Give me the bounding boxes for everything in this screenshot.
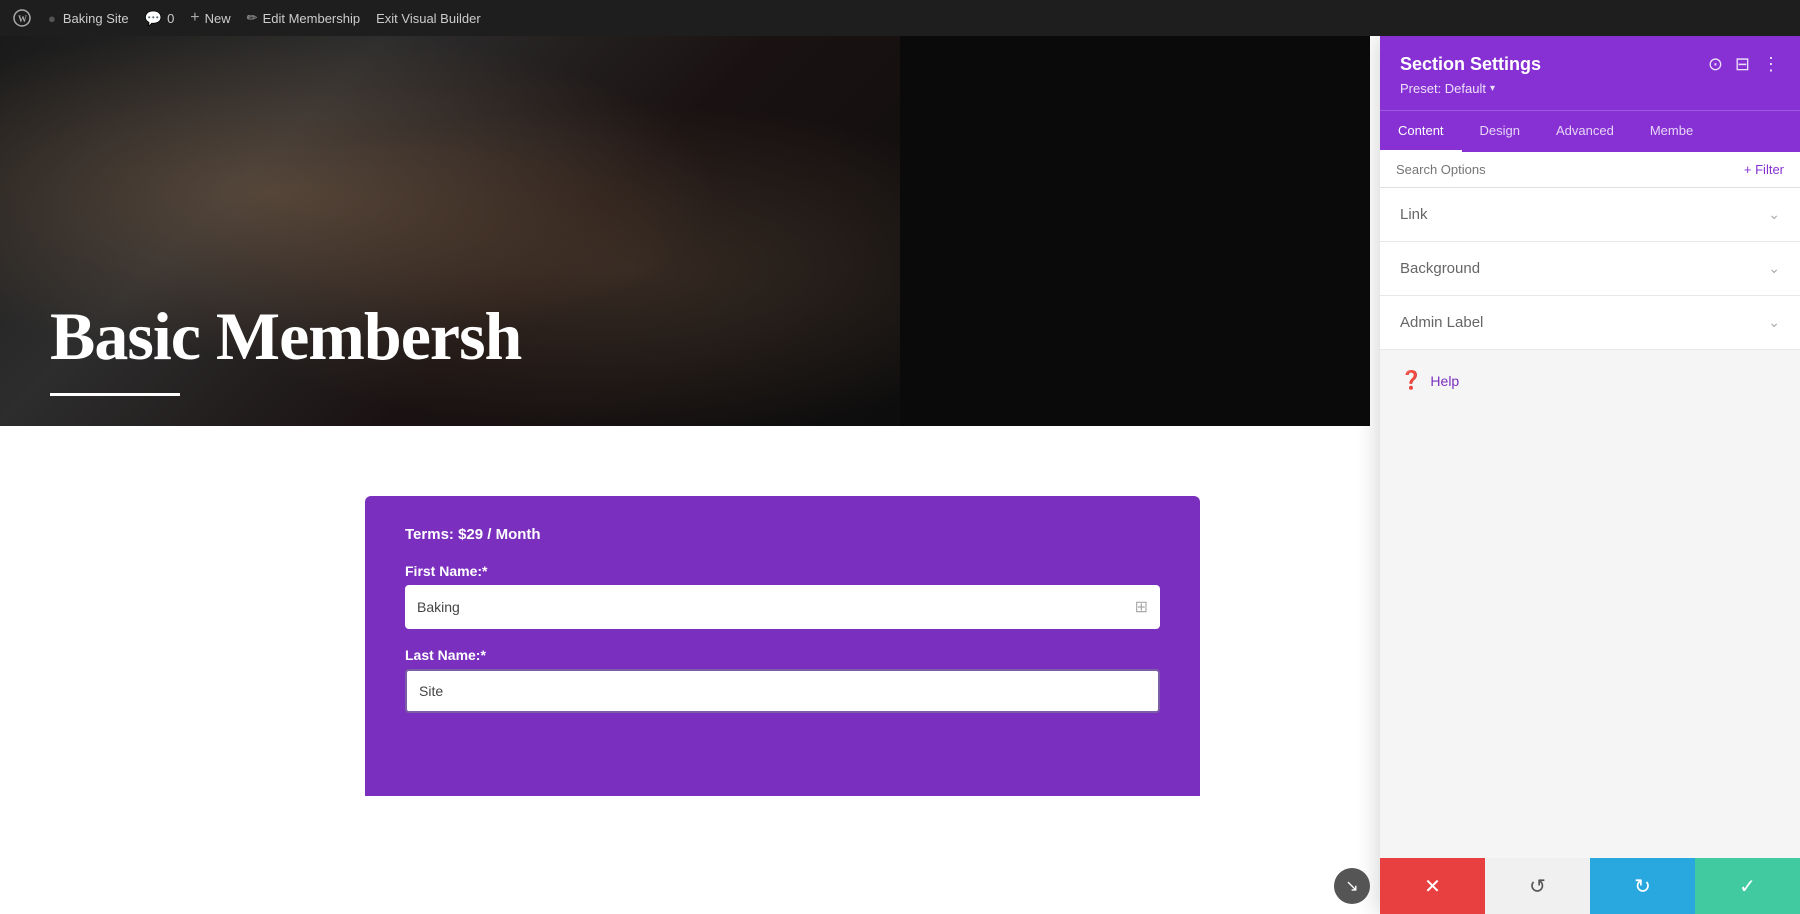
save-button[interactable]: ✓: [1695, 858, 1800, 914]
accordion-background-chevron-icon: ⌄: [1768, 260, 1780, 277]
svg-text:W: W: [18, 14, 27, 24]
accordion-background-label: Background: [1400, 260, 1480, 277]
search-options-input[interactable]: [1396, 162, 1736, 177]
wp-logo-icon[interactable]: W: [12, 8, 32, 28]
tab-membe[interactable]: Membe: [1632, 111, 1711, 152]
hero-section: Basic Membersh: [0, 36, 900, 426]
accordion-admin-label-chevron-icon: ⌄: [1768, 314, 1780, 331]
accordion-admin-label-label: Admin Label: [1400, 314, 1483, 331]
accordion-link-label: Link: [1400, 206, 1428, 223]
arrow-button[interactable]: ↘: [1334, 868, 1370, 904]
cancel-button[interactable]: ✕: [1380, 858, 1485, 914]
panel-search-bar: + Filter: [1380, 152, 1800, 188]
preset-arrow-icon: ▾: [1490, 83, 1495, 94]
canvas: Basic Membersh Terms: $29 / Month First …: [0, 36, 1800, 914]
site-name[interactable]: ● Baking Site: [48, 11, 129, 26]
action-bar: ✕ ↺ ↻ ✓: [1380, 858, 1800, 914]
accordion-admin-label: Admin Label ⌄: [1380, 296, 1800, 350]
accordion-background: Background ⌄: [1380, 242, 1800, 296]
hero-title: Basic Membersh: [50, 297, 521, 376]
first-name-input[interactable]: [405, 585, 1160, 629]
new-button[interactable]: + New: [190, 9, 230, 27]
panel-header-icons: ⊙ ⊟ ⋮: [1708, 54, 1780, 75]
last-name-label: Last Name:*: [405, 647, 1160, 663]
panel-title-row: Section Settings ⊙ ⊟ ⋮: [1400, 54, 1780, 75]
exit-visual-builder-link[interactable]: Exit Visual Builder: [376, 11, 481, 26]
panel-header: Section Settings ⊙ ⊟ ⋮ Preset: Default ▾: [1380, 36, 1800, 110]
admin-bar: W ● Baking Site 💬 0 + New ✏ Edit Members…: [0, 0, 1800, 36]
terms-label: Terms: $29 / Month: [405, 526, 1160, 543]
redo-button[interactable]: ↻: [1590, 858, 1695, 914]
accordion-link-header[interactable]: Link ⌄: [1380, 188, 1800, 241]
help-link[interactable]: Help: [1430, 373, 1459, 389]
accordion-admin-label-header[interactable]: Admin Label ⌄: [1380, 296, 1800, 349]
tab-content[interactable]: Content: [1380, 111, 1462, 152]
first-name-field-wrap: ⊞: [405, 585, 1160, 629]
section-settings-panel: Section Settings ⊙ ⊟ ⋮ Preset: Default ▾…: [1380, 36, 1800, 914]
first-name-label: First Name:*: [405, 563, 1160, 579]
undo-button[interactable]: ↺: [1485, 858, 1590, 914]
split-view-icon[interactable]: ⊟: [1735, 54, 1750, 75]
filter-button[interactable]: + Filter: [1744, 162, 1784, 177]
accordion-link: Link ⌄: [1380, 188, 1800, 242]
fullscreen-icon[interactable]: ⊙: [1708, 54, 1723, 75]
first-name-icon: ⊞: [1135, 597, 1148, 617]
last-name-input[interactable]: [405, 669, 1160, 713]
panel-title: Section Settings: [1400, 54, 1541, 75]
help-icon: ❓: [1400, 370, 1422, 391]
panel-preset[interactable]: Preset: Default ▾: [1400, 81, 1780, 96]
accordion-link-chevron-icon: ⌄: [1768, 206, 1780, 223]
more-options-icon[interactable]: ⋮: [1762, 54, 1780, 75]
panel-tabs: Content Design Advanced Membe: [1380, 110, 1800, 152]
panel-help: ❓ Help: [1380, 350, 1800, 411]
accordion-background-header[interactable]: Background ⌄: [1380, 242, 1800, 295]
last-name-field-wrap: [405, 669, 1160, 713]
panel-body: + Filter Link ⌄ Background ⌄ Admin Label: [1380, 152, 1800, 914]
hero-extension: [900, 36, 1370, 426]
edit-membership-link[interactable]: ✏ Edit Membership: [247, 10, 360, 26]
hero-underline: [50, 393, 180, 396]
tab-design[interactable]: Design: [1462, 111, 1538, 152]
comments-link[interactable]: 💬 0: [145, 10, 175, 27]
tab-advanced[interactable]: Advanced: [1538, 111, 1632, 152]
form-section: Terms: $29 / Month First Name:* ⊞ Last N…: [365, 496, 1200, 796]
